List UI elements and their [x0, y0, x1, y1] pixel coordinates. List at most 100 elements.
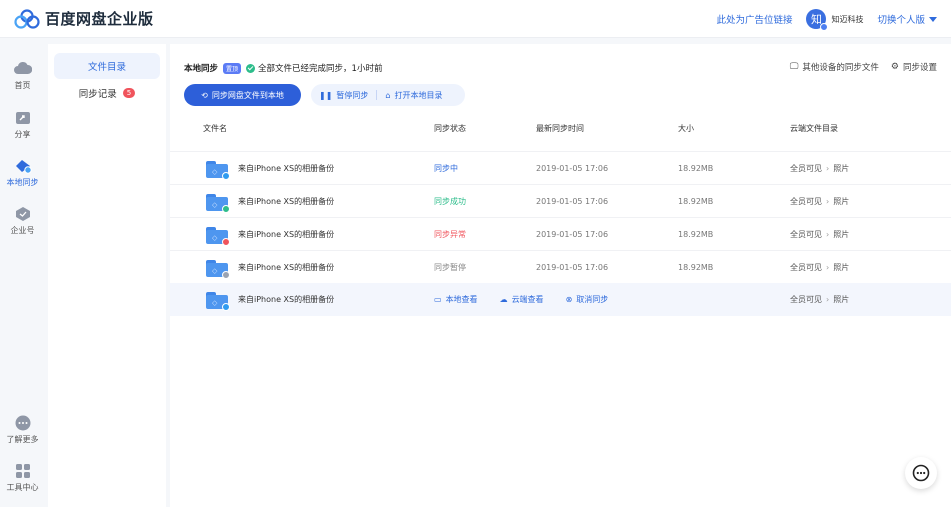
file-size: 18.92MB [678, 230, 714, 239]
sync-settings-label: 同步设置 [902, 63, 937, 73]
header-name: 文件名 [203, 123, 227, 133]
chevron-right-icon: › [826, 263, 830, 272]
chat-support-button[interactable] [905, 457, 937, 489]
nav-local-sync[interactable]: 本地同步 [0, 158, 45, 188]
switch-personal-button[interactable]: 切换个人版 [877, 12, 937, 26]
nav-label-enterprise: 企业号 [10, 226, 35, 235]
dir-root: 全员可见 [790, 164, 822, 173]
cloud-dir[interactable]: 全员可见 › 照片 [790, 152, 849, 185]
caret-down-icon [929, 16, 937, 22]
cloud-dir[interactable]: 全员可见 › 照片 [790, 218, 849, 251]
cloud-dir[interactable]: 全员可见 › 照片 [790, 185, 849, 218]
chevron-right-icon: › [826, 295, 830, 304]
file-name: 来自iPhone XS的相册备份 [238, 263, 335, 272]
logo[interactable]: 百度网盘企业版 [14, 8, 154, 29]
cancel-sync-button[interactable]: ⊗ 取消同步 [566, 294, 609, 305]
view-cloud-label: 云端查看 [511, 295, 544, 304]
file-name-cell: ◇ 来自iPhone XS的相册备份 [203, 283, 334, 316]
dir-root: 全员可见 [790, 230, 822, 239]
pause-sync-label: 暂停同步 [336, 90, 369, 100]
file-name: 来自iPhone XS的相册备份 [238, 164, 335, 173]
left-nav: 首页 分享 本地同步 企业号 了解更多 工具中心 [0, 38, 45, 507]
ad-link[interactable]: 此处为广告位链接 [716, 12, 792, 26]
chevron-right-icon: › [826, 197, 830, 206]
file-size: 18.92MB [678, 164, 714, 173]
verified-badge-icon [820, 23, 829, 31]
folder-icon: ◇ [206, 160, 230, 180]
subnav-label: 文件目录 [87, 62, 126, 73]
sync-status: 同步成功 [434, 197, 466, 206]
page-title: 本地同步 [184, 64, 219, 74]
sync-time: 2019-01-05 17:06 [536, 263, 609, 272]
view-cloud-button[interactable]: ☁ 云端查看 [500, 294, 544, 305]
table-header: 文件名 同步状态 最新同步时间 大小 云端文件目录 [170, 118, 951, 151]
open-local-dir-button[interactable]: ⌂ 打开本地目录 [377, 90, 450, 101]
nav-learn-more[interactable]: 了解更多 [0, 415, 45, 445]
pause-sync-button[interactable]: ❚❚ 暂停同步 [311, 90, 376, 101]
avatar[interactable]: 知 [806, 9, 829, 31]
monitor-icon: ▭ [434, 295, 442, 304]
table-row[interactable]: ◇ 来自iPhone XS的相册备份 同步暂停 2019-01-05 17:06… [170, 250, 951, 283]
file-name: 来自iPhone XS的相册备份 [238, 230, 335, 239]
pause-icon: ❚❚ [319, 90, 333, 100]
folder-icon: ◇ [206, 193, 230, 213]
chevron-right-icon: › [826, 164, 830, 173]
gear-icon: ⚙ [890, 62, 899, 72]
nav-home[interactable]: 首页 [0, 61, 45, 91]
cloud-dir[interactable]: 全员可见 › 照片 [790, 283, 849, 316]
nav-share[interactable]: 分享 [0, 110, 45, 140]
nav-label-share: 分享 [14, 130, 31, 139]
nav-label-tools: 工具中心 [6, 483, 39, 492]
cancel-sync-label: 取消同步 [576, 295, 609, 304]
file-name-cell: ◇ 来自iPhone XS的相册备份 [203, 152, 334, 185]
table-row[interactable]: ◇ 来自iPhone XS的相册备份 同步异常 2019-01-05 17:06… [170, 217, 951, 250]
chevron-right-icon: › [826, 230, 830, 239]
dir-root: 全员可见 [790, 197, 822, 206]
subnav-sync-records[interactable]: 同步记录 5 [54, 80, 160, 106]
subnav-file-directory[interactable]: 文件目录 [54, 53, 160, 79]
table-row[interactable]: ◇ 来自iPhone XS的相册备份 同步中 2019-01-05 17:06 … [170, 151, 951, 184]
close-circle-icon: ⊗ [565, 295, 573, 304]
file-name: 来自iPhone XS的相册备份 [238, 295, 335, 304]
share-icon [14, 110, 32, 126]
sync-arrows-icon: ⟲ [201, 90, 208, 100]
main-panel: 本地同步 置顶 全部文件已经完成同步，1小时前 🖵 其他设备的同步文件 ⚙ 同步… [170, 44, 951, 507]
sync-status: 同步异常 [434, 230, 466, 239]
sync-status-line: 本地同步 置顶 全部文件已经完成同步，1小时前 [184, 62, 382, 74]
sub-nav: 文件目录 同步记录 5 [48, 44, 166, 507]
sync-status-text: 全部文件已经完成同步，1小时前 [258, 64, 383, 74]
file-name-cell: ◇ 来自iPhone XS的相册备份 [203, 218, 334, 251]
sync-file-table: 文件名 同步状态 最新同步时间 大小 云端文件目录 ◇ 来自iPhone XS的… [170, 118, 951, 316]
dir-leaf: 照片 [833, 263, 850, 272]
dir-root: 全员可见 [790, 295, 822, 304]
sync-settings-link[interactable]: ⚙ 同步设置 [891, 61, 937, 73]
row-actions: ▭ 本地查看 ☁ 云端查看 ⊗ 取消同步 [434, 283, 630, 316]
nav-enterprise[interactable]: 企业号 [0, 206, 45, 236]
table-row-hovered[interactable]: ◇ 来自iPhone XS的相册备份 ▭ 本地查看 ☁ 云端查看 ⊗ 取消同步 … [170, 283, 951, 316]
header-status: 同步状态 [434, 123, 466, 133]
count-badge: 5 [122, 88, 136, 98]
cloud-icon [13, 61, 32, 77]
more-icon [14, 415, 32, 431]
sync-to-local-button[interactable]: ⟲ 同步网盘文件到本地 [184, 84, 301, 106]
sync-status: 同步中 [434, 164, 458, 173]
switch-label: 切换个人版 [877, 15, 925, 26]
folder-icon: ◇ [206, 259, 230, 279]
subnav-label: 同步记录 [78, 89, 117, 100]
cloud-outline-icon: ☁ [499, 295, 508, 304]
file-name: 来自iPhone XS的相册备份 [238, 197, 335, 206]
header-size: 大小 [678, 123, 694, 133]
sync-icon [14, 158, 32, 174]
table-row[interactable]: ◇ 来自iPhone XS的相册备份 同步成功 2019-01-05 17:06… [170, 184, 951, 217]
header-time: 最新同步时间 [536, 123, 584, 133]
devices-icon: 🖵 [789, 62, 799, 72]
top-header: 百度网盘企业版 此处为广告位链接 知 知迈科技 切换个人版 [0, 0, 951, 38]
view-local-button[interactable]: ▭ 本地查看 [434, 294, 478, 305]
user-name: 知迈科技 [831, 14, 864, 24]
nav-tools[interactable]: 工具中心 [0, 463, 45, 493]
cloud-dir[interactable]: 全员可见 › 照片 [790, 251, 849, 284]
chat-bubble-icon [912, 464, 930, 482]
top-right-links: 🖵 其他设备的同步文件 ⚙ 同步设置 [778, 61, 937, 73]
dir-root: 全员可见 [790, 263, 822, 272]
other-devices-link[interactable]: 🖵 其他设备的同步文件 [790, 61, 879, 73]
